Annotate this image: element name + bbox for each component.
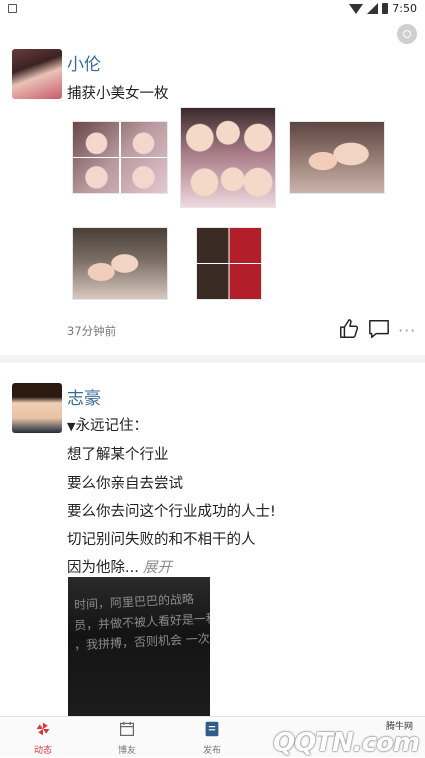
publish-icon [205, 721, 219, 737]
pinwheel-icon [36, 722, 50, 736]
post-image[interactable]: 时间，阿里巴巴的战略 员，并做不被人看好是一种 ，我拼搏，否则机会 一次 [68, 577, 210, 717]
post-image[interactable] [196, 227, 262, 300]
notification-icon [8, 4, 17, 13]
status-bar: 7:50 [0, 0, 425, 18]
watermark-logo: QQTN.com [273, 728, 420, 758]
watermark: 腾牛网 QQTN.com [244, 718, 420, 758]
status-time: 7:50 [392, 2, 417, 15]
tab-friends[interactable]: 博友 [97, 717, 157, 757]
post-line: 因为他除... 展开 [67, 560, 172, 576]
post-line: 要么你亲自去尝试 [67, 476, 183, 492]
expand-link[interactable]: 展开 [143, 560, 172, 576]
image-text-line: ，我拼搏，否则机会 一次 [73, 631, 210, 653]
post-image[interactable] [289, 121, 385, 194]
more-icon[interactable]: ··· [398, 321, 416, 340]
wifi-icon [349, 3, 364, 14]
post-text: 捕获小美女一枚 [67, 86, 169, 102]
comment-icon[interactable] [368, 318, 390, 340]
post-image[interactable] [180, 107, 276, 208]
post-line: ▼永远记住： [67, 418, 148, 434]
avatar[interactable] [12, 49, 62, 99]
tab-publish[interactable]: 发布 [182, 717, 242, 757]
post-line: 要么你去问这个行业成功的人士! [67, 504, 276, 520]
post-image[interactable] [72, 227, 168, 300]
signal-icon [367, 3, 379, 14]
avatar[interactable] [12, 383, 62, 433]
post-username[interactable]: 志豪 [67, 384, 101, 409]
like-icon[interactable] [338, 318, 360, 340]
camera-icon [403, 30, 411, 38]
tab-feed[interactable]: 动态 [13, 717, 73, 757]
tab-label: 发布 [202, 746, 221, 756]
post-image[interactable] [72, 121, 168, 194]
post-divider [0, 355, 425, 363]
camera-button[interactable] [397, 24, 417, 44]
image-text-line: 时间，阿里巴巴的战略 [73, 591, 195, 613]
post-line: 想了解某个行业 [67, 447, 169, 463]
calendar-icon [120, 721, 134, 736]
tab-label: 动态 [33, 746, 52, 756]
post-username[interactable]: 小伦 [67, 50, 101, 75]
post-timestamp: 37分钟前 [67, 324, 117, 338]
battery-icon [382, 3, 389, 14]
tab-label: 博友 [117, 746, 136, 756]
post-line: 切记别问失败的和不相干的人 [67, 532, 256, 548]
